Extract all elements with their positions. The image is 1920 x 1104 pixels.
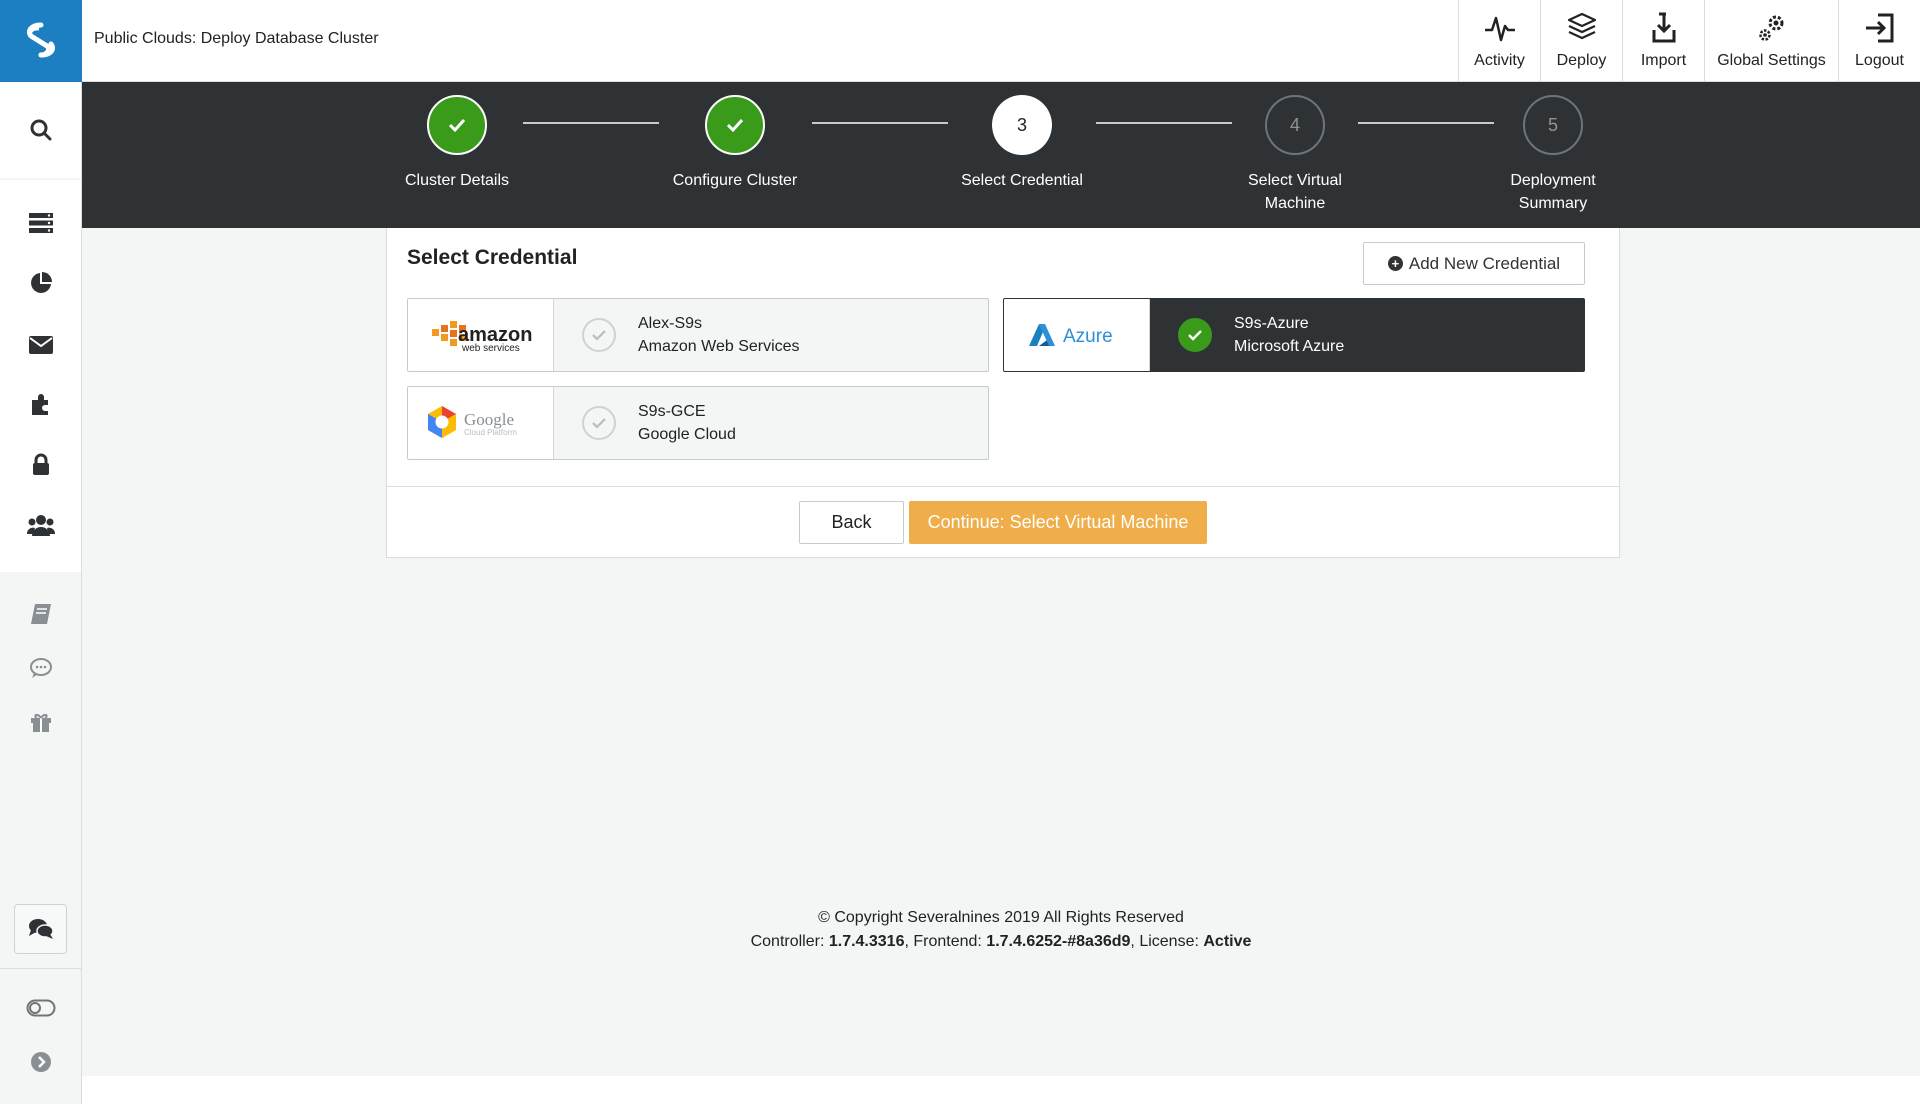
search-icon[interactable] [0,110,81,150]
step-deployment-summary[interactable]: 5 Deployment Summary [1453,95,1653,215]
panel-divider [387,486,1619,487]
step-complete-circle [427,95,487,155]
feedback-icon[interactable] [0,648,81,688]
sidebar: new [0,0,82,1104]
mail-icon[interactable] [0,325,81,365]
credential-card-azure[interactable]: Azure S9s-Azure Microsoft Azure [1003,298,1585,372]
selected-check-icon [1178,318,1212,352]
azure-logo: Azure [1004,299,1150,371]
integrations-icon[interactable] [0,384,81,424]
svg-text:Azure: Azure [1063,326,1113,347]
version-info: Controller: 1.7.4.3316, Frontend: 1.7.4.… [750,933,1252,950]
global-settings-button[interactable]: Global Settings [1704,0,1838,82]
chat-button[interactable] [14,904,67,954]
sidebar-divider [0,968,81,969]
chat-icon [28,919,54,939]
logo-icon [27,22,55,58]
step-select-credential[interactable]: 3 Select Credential [922,95,1122,192]
add-new-credential-button[interactable]: + Add New Credential [1363,242,1585,285]
reports-icon[interactable] [0,263,81,303]
credential-panel: Select Credential + Add New Credential a… [386,228,1620,558]
step-cluster-details[interactable]: Cluster Details [357,95,557,192]
amazon-web-services-logo: amazon web services [408,299,554,371]
credential-provider: Amazon Web Services [638,338,800,355]
credential-card-google[interactable]: Google Cloud Platform S9s-GCE Google Clo… [407,386,989,460]
plus-circle-icon: + [1387,256,1403,271]
svg-text:Google: Google [464,410,514,429]
top-actions: Activity Deploy Import Global Settings L… [1458,0,1920,82]
security-icon[interactable] [0,445,81,485]
frontend-version: 1.7.4.6252-#8a36d9 [986,933,1131,950]
check-icon [726,118,744,132]
unselected-check-icon [582,318,616,352]
step-select-virtual-machine[interactable]: 4 Select Virtual Machine [1195,95,1395,215]
credential-name: S9s-Azure [1234,315,1309,332]
check-icon [448,118,466,132]
copyright: © Copyright Severalnines 2019 All Rights… [818,909,1184,926]
continue-button[interactable]: Continue: Select Virtual Machine [909,501,1207,544]
page-title: Public Clouds: Deploy Database Cluster [94,30,379,47]
credential-card-aws[interactable]: amazon web services Alex-S9s Amazon Web … [407,298,989,372]
docs-icon[interactable] [0,594,81,634]
deploy-icon [1567,12,1596,40]
credential-provider: Google Cloud [638,426,736,443]
step-label: Select Virtual Machine [1248,172,1342,212]
credential-name: S9s-GCE [638,403,706,420]
deploy-button[interactable]: Deploy [1540,0,1622,82]
logout-icon [1865,13,1893,43]
import-button[interactable]: Import [1622,0,1704,82]
logout-button[interactable]: Logout [1838,0,1920,82]
import-icon [1652,12,1675,43]
clusters-icon[interactable] [0,203,81,243]
license-status: Active [1203,933,1252,950]
step-number: 5 [1523,95,1583,155]
expand-icon[interactable] [0,1042,81,1082]
credential-provider: Microsoft Azure [1234,338,1345,355]
controller-version: 1.7.4.3316 [828,933,905,950]
activity-button[interactable]: Activity [1458,0,1540,82]
severalnines-logo[interactable] [0,0,82,82]
svg-text:Cloud Platform: Cloud Platform [464,428,517,437]
credential-name: Alex-S9s [638,315,703,332]
step-number: 3 [992,95,1052,155]
step-label: Configure Cluster [672,172,798,189]
svg-text:web services: web services [461,343,520,354]
gift-icon[interactable] [0,702,81,742]
footer: © Copyright Severalnines 2019 All Rights… [82,906,1920,954]
activity-icon [1484,16,1515,42]
step-complete-circle [705,95,765,155]
bottom-strip [82,1076,1920,1104]
top-bar: Public Clouds: Deploy Database Cluster A… [82,0,1920,82]
panel-title: Select Credential [407,246,578,269]
step-label: Select Credential [961,172,1083,189]
step-label: Cluster Details [404,172,510,189]
toggle-icon[interactable] [0,988,81,1028]
users-icon[interactable] [0,505,81,545]
back-button[interactable]: Back [799,501,904,544]
step-number: 4 [1265,95,1325,155]
gears-icon [1758,15,1783,41]
wizard-stepper: Cluster Details Configure Cluster 3 Sele… [82,82,1920,228]
step-label: Deployment Summary [1510,172,1596,212]
step-configure-cluster[interactable]: Configure Cluster [635,95,835,192]
google-cloud-platform-logo: Google Cloud Platform [408,387,554,459]
unselected-check-icon [582,406,616,440]
